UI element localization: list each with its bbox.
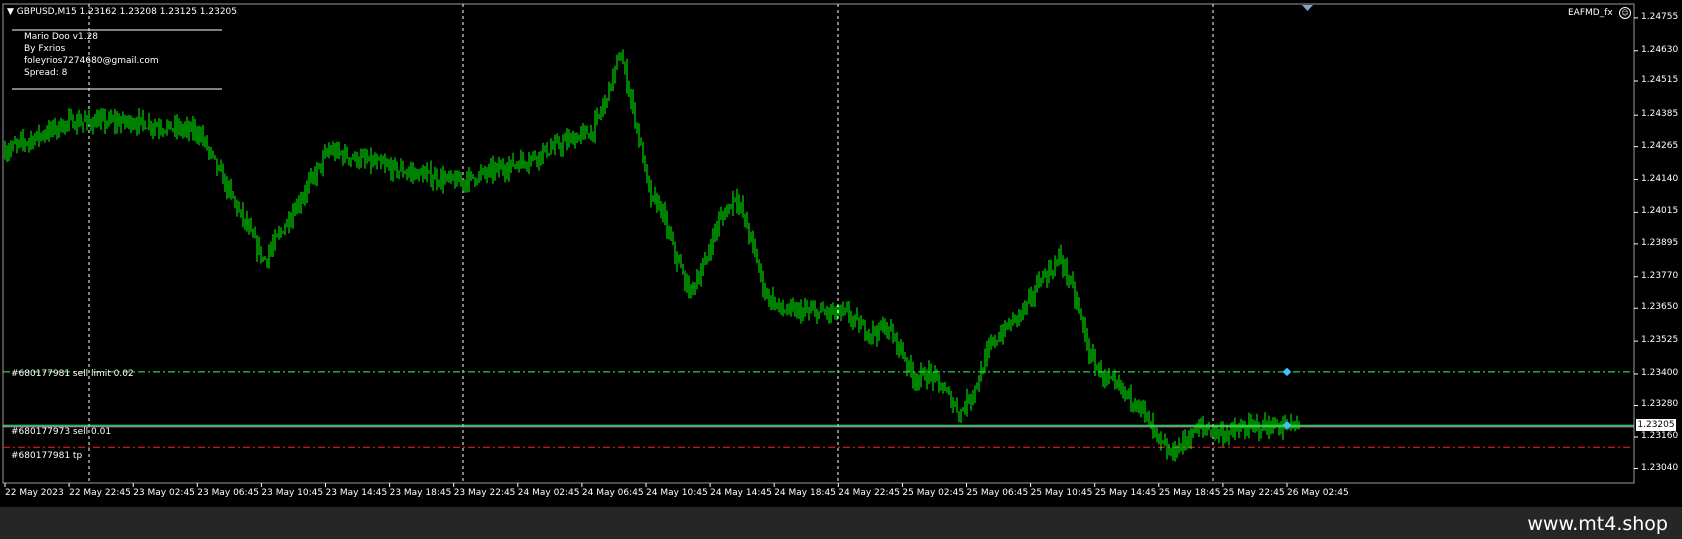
chart-area[interactable]: ▼ GBPUSD,M15 1.23162 1.23208 1.23125 1.2… — [0, 0, 1682, 507]
price-tick-label: 1.24630 — [1641, 44, 1679, 55]
candlesticks[interactable] — [4, 49, 1300, 462]
symbol-header[interactable]: ▼ GBPUSD,M15 1.23162 1.23208 1.23125 1.2… — [7, 7, 237, 17]
price-tick-label: 1.23400 — [1641, 367, 1679, 378]
info-line-1: Mario Doo v1.28 — [24, 32, 99, 42]
time-tick-label: 23 May 02:45 — [133, 488, 195, 498]
time-tick-label: 24 May 18:45 — [774, 488, 836, 498]
price-tick-label: 1.24140 — [1641, 173, 1679, 184]
price-tick-label: 1.23040 — [1641, 462, 1679, 473]
price-tick-label: 1.23525 — [1641, 335, 1679, 346]
price-tick-label: 1.23280 — [1641, 399, 1679, 410]
time-tick-label: 23 May 22:45 — [453, 488, 516, 498]
sell-limit-label: #680177981 sell limit 0.02 — [11, 369, 134, 379]
time-tick-label: 25 May 18:45 — [1158, 488, 1221, 498]
time-tick-label: 23 May 14:45 — [325, 488, 388, 498]
time-tick-label: 22 May 2023 — [5, 488, 64, 498]
watermark: www.mt4.shop — [1527, 513, 1668, 535]
symbol-line: GBPUSD,M15 1.23162 1.23208 1.23125 1.232… — [16, 7, 237, 17]
time-tick-label: 23 May 18:45 — [389, 488, 452, 498]
smiley-icon[interactable]: ☺ — [1619, 7, 1631, 19]
price-tick-label: 1.24755 — [1641, 11, 1679, 22]
shift-marker-icon[interactable] — [1302, 5, 1313, 11]
time-tick-label: 22 May 22:45 — [69, 488, 131, 498]
time-tick-label: 25 May 22:45 — [1222, 488, 1285, 498]
plot-frame — [2, 3, 1635, 484]
time-tick-label: 23 May 06:45 — [197, 488, 260, 498]
time-tick-label: 24 May 14:45 — [710, 488, 772, 498]
time-tick-label: 24 May 22:45 — [838, 488, 901, 498]
price-tick-label: 1.23895 — [1641, 237, 1679, 248]
footer-bar: www.mt4.shop — [0, 507, 1682, 539]
info-line-4: Spread: 8 — [24, 68, 68, 78]
sell-label: #680177973 sell 0.01 — [11, 427, 112, 437]
time-tick-label: 26 May 02:45 — [1287, 488, 1349, 498]
time-tick-label: 24 May 10:45 — [646, 488, 708, 498]
price-tick-label: 1.23650 — [1641, 302, 1679, 313]
price-chart[interactable] — [0, 0, 1682, 507]
current-price-tag: 1.23205 — [1636, 419, 1676, 432]
time-tick-label: 25 May 14:45 — [1094, 488, 1157, 498]
sell-marker-icon[interactable] — [1282, 420, 1292, 430]
tp-label: #680177981 tp — [11, 451, 83, 461]
sell-limit-marker-icon[interactable] — [1282, 367, 1292, 377]
time-tick-label: 23 May 10:45 — [261, 488, 324, 498]
time-tick-label: 25 May 06:45 — [966, 488, 1029, 498]
info-line-3: foleyrios7274680@gmail.com — [24, 56, 159, 66]
info-line-2: By Fxrios — [24, 44, 66, 54]
price-tick-label: 1.24265 — [1641, 140, 1679, 151]
price-tick-label: 1.23160 — [1641, 431, 1679, 442]
price-tick-label: 1.24015 — [1641, 206, 1679, 217]
price-tick-label: 1.24385 — [1641, 109, 1679, 120]
time-tick-label: 24 May 02:45 — [517, 488, 580, 498]
ea-label: EAFMD_fx — [1568, 8, 1613, 18]
time-tick-label: 25 May 02:45 — [902, 488, 965, 498]
time-tick-label: 24 May 06:45 — [581, 488, 644, 498]
time-tick-label: 25 May 10:45 — [1030, 488, 1093, 498]
price-tick-label: 1.23770 — [1641, 270, 1679, 281]
price-tick-label: 1.24515 — [1641, 74, 1679, 85]
